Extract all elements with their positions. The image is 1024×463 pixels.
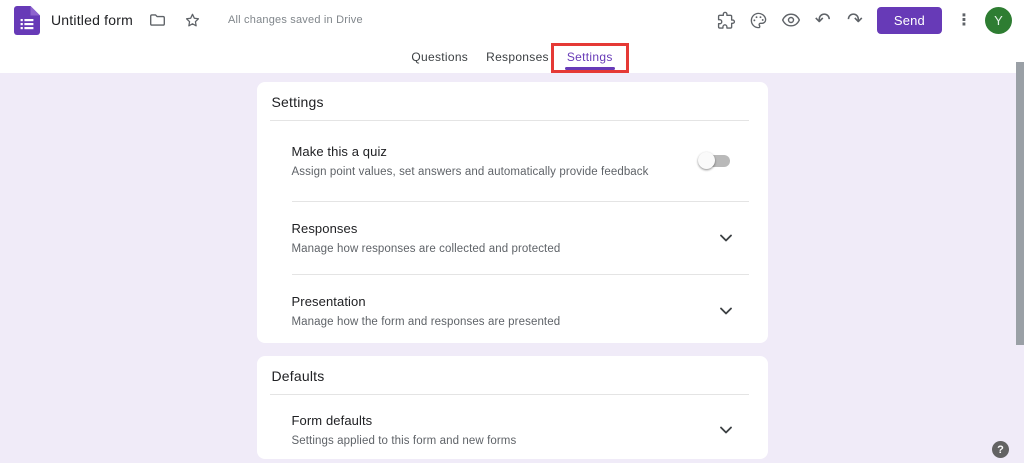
app-header: Untitled form All changes saved in Drive <box>0 0 1024 40</box>
kebab-menu-icon[interactable]: ⋮ <box>952 10 976 30</box>
make-quiz-subtitle: Assign point values, set answers and aut… <box>291 166 649 178</box>
palette-icon <box>751 12 767 28</box>
account-avatar[interactable]: Y <box>985 6 1012 34</box>
redo-icon: ↷ <box>846 8 863 31</box>
vertical-scrollbar[interactable] <box>1016 62 1024 345</box>
make-quiz-row: Make this a quiz Assign point values, se… <box>257 121 768 201</box>
undo-button[interactable]: ↶ <box>807 4 839 36</box>
settings-card: Settings Make this a quiz Assign point v… <box>256 82 768 343</box>
tab-responses[interactable]: Responses <box>477 40 558 73</box>
eye-icon <box>781 13 800 27</box>
chevron-down-icon[interactable] <box>719 307 732 315</box>
defaults-card-title: Defaults <box>271 368 325 384</box>
undo-icon: ↶ <box>814 8 831 31</box>
settings-card-title: Settings <box>271 94 324 110</box>
presentation-settings-row[interactable]: Presentation Manage how the form and res… <box>257 275 768 343</box>
form-tabbar: Questions Responses Settings <box>0 40 1024 73</box>
star-button[interactable] <box>178 5 208 35</box>
make-quiz-toggle[interactable] <box>697 152 732 170</box>
redo-button[interactable]: ↷ <box>839 4 871 36</box>
tab-questions[interactable]: Questions <box>402 40 477 73</box>
form-defaults-title: Form defaults <box>291 413 373 428</box>
active-tab-underline <box>564 67 615 70</box>
form-title[interactable]: Untitled form <box>51 12 133 28</box>
save-status-text: All changes saved in Drive <box>227 14 363 26</box>
move-to-folder-button[interactable] <box>143 5 173 35</box>
send-button[interactable]: Send <box>876 6 942 34</box>
puzzle-icon <box>718 11 736 29</box>
add-ons-button[interactable] <box>711 4 743 36</box>
google-forms-icon[interactable] <box>14 5 40 35</box>
chevron-down-icon[interactable] <box>719 426 732 434</box>
presentation-settings-subtitle: Manage how the form and responses are pr… <box>291 316 561 328</box>
preview-button[interactable] <box>775 4 807 36</box>
tab-settings[interactable]: Settings <box>550 40 629 73</box>
presentation-settings-title: Presentation <box>291 294 366 309</box>
form-defaults-subtitle: Settings applied to this form and new fo… <box>291 435 517 447</box>
customize-theme-button[interactable] <box>743 4 775 36</box>
defaults-card: Defaults Form defaults Settings applied … <box>256 356 768 459</box>
responses-settings-row[interactable]: Responses Manage how responses are colle… <box>257 202 768 274</box>
responses-settings-title: Responses <box>291 221 358 236</box>
star-icon <box>186 13 200 26</box>
make-quiz-title: Make this a quiz <box>291 144 388 159</box>
folder-icon <box>150 14 166 26</box>
settings-page: Settings Make this a quiz Assign point v… <box>0 73 1024 463</box>
chevron-down-icon[interactable] <box>719 234 732 242</box>
form-defaults-row[interactable]: Form defaults Settings applied to this f… <box>257 395 768 459</box>
help-button[interactable]: ? <box>992 441 1009 458</box>
responses-settings-subtitle: Manage how responses are collected and p… <box>291 243 561 255</box>
